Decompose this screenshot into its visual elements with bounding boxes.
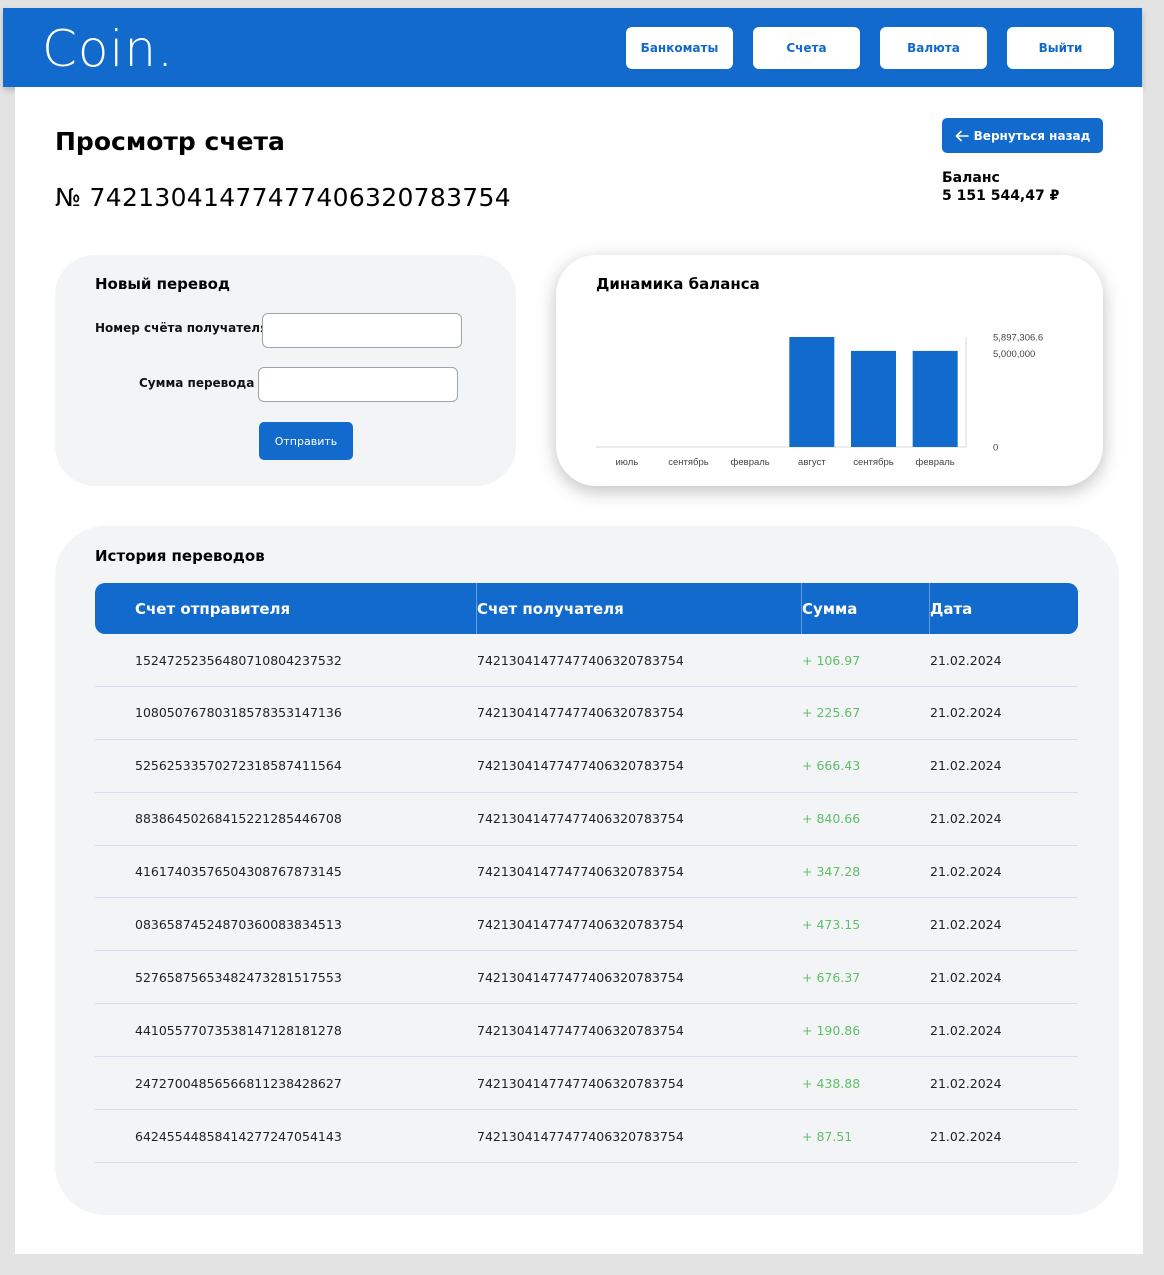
chart-bar[interactable] [789,337,835,447]
chart-x-tick-label: сентябрь [853,457,893,468]
amount-cell: + 190.86 [802,1022,861,1038]
sender-account-cell: 52562533570272318587411564 [135,758,342,774]
sender-account-cell: 08365874524870360083834513 [135,916,342,932]
amount-cell: + 225.67 [802,705,861,721]
nav-atms-button[interactable]: Банкоматы [626,27,733,69]
history-title: История переводов [95,547,265,565]
date-cell: 21.02.2024 [930,1128,1002,1144]
date-cell: 21.02.2024 [930,864,1002,880]
balance-chart-card[interactable]: Динамика баланса июль сентябрь февраль авгу… [556,255,1103,486]
recipient-label: Номер счёта получателя [95,321,268,335]
chart-x-tick-label: сентябрь [668,457,708,468]
arrow-left-icon [955,130,969,141]
recipient-account-cell: 74213041477477406320783754 [477,864,684,880]
column-recipient[interactable]: Счет получателя [477,583,624,634]
date-cell: 21.02.2024 [930,916,1002,932]
date-cell: 21.02.2024 [930,652,1002,668]
balance-bar-chart: июль сентябрь февраль август сентябрь февраль… [596,333,1043,468]
chart-y-tick-label: 5,897,306.6 [993,333,1043,344]
amount-cell: + 676.37 [802,969,861,985]
recipient-account-input[interactable] [262,313,462,348]
page-title: Просмотр счета [55,127,285,156]
amount-cell: + 87.51 [802,1128,853,1144]
recipient-account-cell: 74213041477477406320783754 [477,1022,684,1038]
chart-x-tick-label: февраль [916,457,955,468]
chart-bar[interactable] [912,350,958,447]
sender-account-cell: 88386450268415221285446708 [135,811,342,827]
nav-currency-button[interactable]: Валюта [880,27,987,69]
amount-cell: + 666.43 [802,758,861,774]
amount-cell: + 106.97 [802,652,861,668]
chart-x-tick-label: февраль [731,457,770,468]
table-row: 88386450268415221285446708 74213041477477… [95,793,1078,846]
balance-value: 5 151 544,47 ₽ [942,188,1060,204]
amount-cell: + 438.88 [802,1075,861,1091]
nav-accounts-button[interactable]: Счета [753,27,860,69]
header: Coin. Банкоматы Счета Валюта Выйти [3,8,1142,87]
chart-bar[interactable] [851,350,896,447]
transfer-title: Новый перевод [95,275,231,293]
balance-label: Баланс [942,170,1000,186]
amount-cell: + 840.66 [802,811,861,827]
history-table-header: Счет отправителя Счет получателя Сумма Д… [95,583,1078,634]
amount-input[interactable] [258,367,458,402]
chart-x-tick-label: август [798,457,826,468]
recipient-account-cell: 74213041477477406320783754 [477,705,684,721]
transfer-history-card: История переводов Счет отправителя Счет … [55,526,1119,1215]
sender-account-cell: 44105577073538147128181278 [135,1022,342,1038]
back-button[interactable]: Вернуться назад [942,118,1103,153]
table-row: 52562533570272318587411564 74213041477477… [95,740,1078,793]
chart-y-tick-label: 5,000,000 [993,349,1035,360]
chart-y-tick-label: 0 [993,443,998,454]
amount-cell: + 347.28 [802,864,861,880]
recipient-account-cell: 74213041477477406320783754 [477,969,684,985]
main-content: Просмотр счета № 74213041477477406320783… [15,87,1143,1254]
back-button-label: Вернуться назад [973,128,1091,143]
table-row: 44105577073538147128181278 74213041477477… [95,1004,1078,1058]
amount-cell: + 473.15 [802,916,861,932]
amount-label: Сумма перевода [139,376,255,390]
table-row: 52765875653482473281517553 74213041477477… [95,951,1078,1005]
sender-account-cell: 15247252356480710804237532 [135,652,342,668]
recipient-account-cell: 74213041477477406320783754 [477,652,684,668]
table-row: 08365874524870360083834513 74213041477477… [95,898,1078,952]
chart-x-tick-label: июль [615,457,638,468]
nav-logout-button[interactable]: Выйти [1007,27,1114,69]
history-table-body: 15247252356480710804237532 74213041477477… [95,634,1078,1163]
recipient-account-cell: 74213041477477406320783754 [477,811,684,827]
sender-account-cell: 52765875653482473281517553 [135,969,342,985]
table-row: 41617403576504308767873145 74213041477477… [95,846,1078,899]
sender-account-cell: 64245544858414277247054143 [135,1128,342,1144]
date-cell: 21.02.2024 [930,969,1002,985]
recipient-account-cell: 74213041477477406320783754 [477,1128,684,1144]
column-sender[interactable]: Счет отправителя [135,583,290,634]
date-cell: 21.02.2024 [930,1075,1002,1091]
table-row: 24727004856566811238428627 74213041477477… [95,1057,1078,1111]
column-amount[interactable]: Сумма [802,583,857,634]
date-cell: 21.02.2024 [930,811,1002,827]
date-cell: 21.02.2024 [930,758,1002,774]
date-cell: 21.02.2024 [930,1022,1002,1038]
column-date[interactable]: Дата [930,583,972,634]
recipient-account-cell: 74213041477477406320783754 [477,916,684,932]
recipient-account-cell: 74213041477477406320783754 [477,1075,684,1091]
transfer-form-card: Новый перевод Номер счёта получателя Сум… [55,255,516,486]
send-button[interactable]: Отправить [259,422,353,460]
table-row: 15247252356480710804237532 74213041477477… [95,634,1078,687]
recipient-account-cell: 74213041477477406320783754 [477,758,684,774]
date-cell: 21.02.2024 [930,705,1002,721]
table-row: 10805076780318578353147136 74213041477477… [95,687,1078,740]
table-row: 64245544858414277247054143 74213041477477… [95,1110,1078,1163]
sender-account-cell: 10805076780318578353147136 [135,705,342,721]
sender-account-cell: 24727004856566811238428627 [135,1075,342,1091]
sender-account-cell: 41617403576504308767873145 [135,864,342,880]
logo: Coin. [42,20,174,78]
account-number: № 74213041477477406320783754 [55,183,511,212]
